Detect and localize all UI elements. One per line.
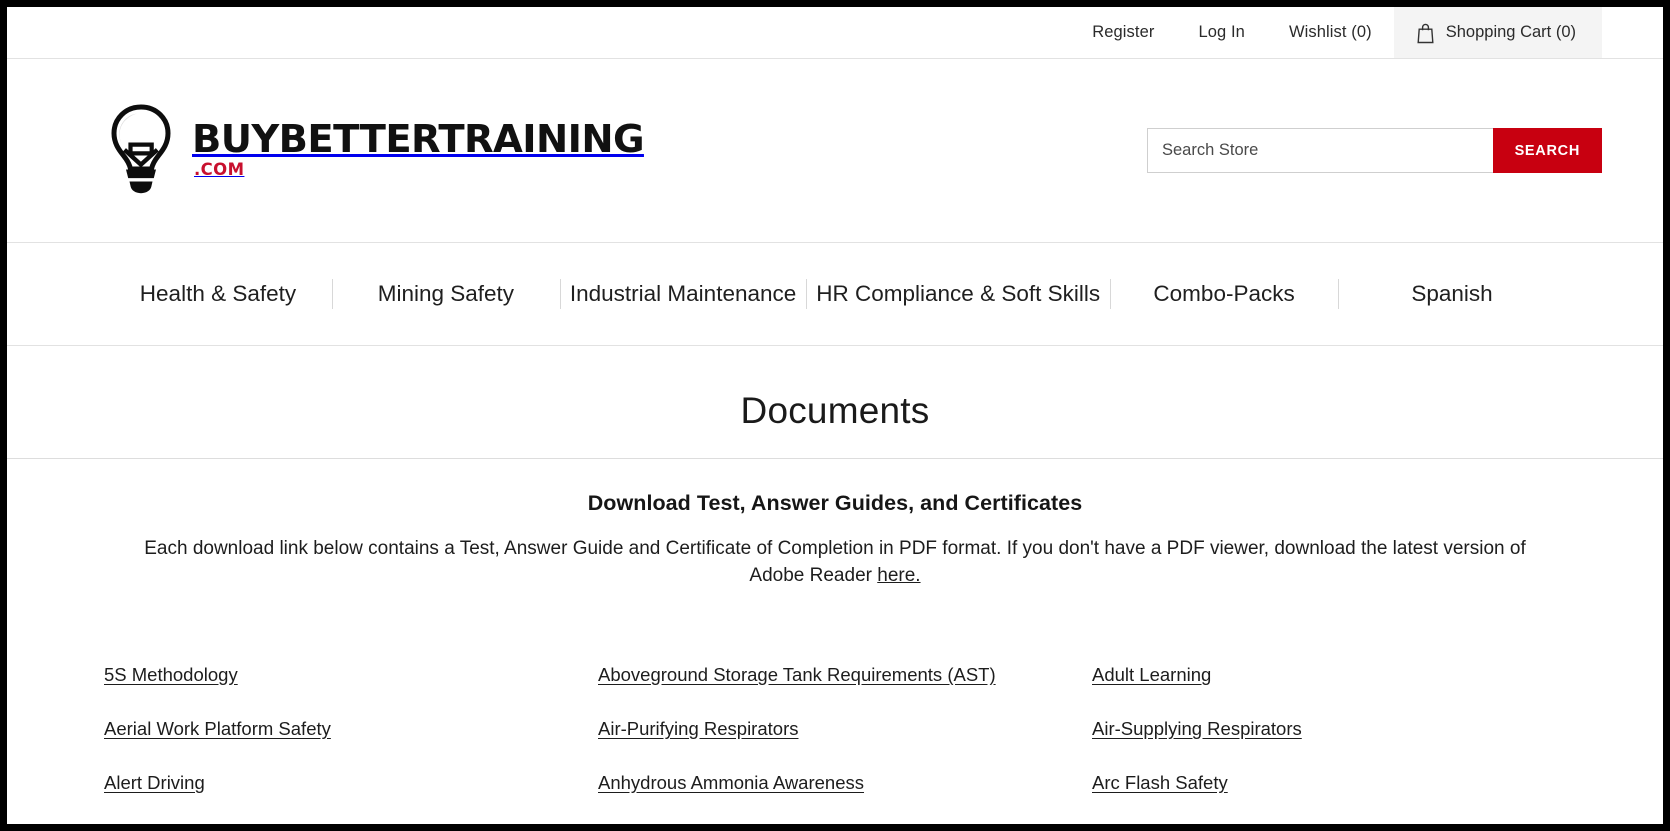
page-title: Documents [740, 390, 930, 431]
document-link[interactable]: Air-Purifying Respirators [598, 717, 798, 742]
nav-link-mining-safety[interactable]: Mining Safety [368, 275, 524, 313]
shopping-cart-button[interactable]: Shopping Cart (0) [1393, 7, 1602, 58]
wordmark-sub: .COM [194, 160, 245, 179]
register-link[interactable]: Register [1070, 7, 1176, 58]
login-link[interactable]: Log In [1176, 7, 1266, 58]
document-link[interactable]: Arc Flash Safety [1092, 771, 1228, 796]
nav-link-hr-compliance[interactable]: HR Compliance & Soft Skills [806, 275, 1110, 313]
brand-row: BUYBETTERTRAINING .COM SEARCH [7, 59, 1663, 243]
wordmark: BUYBETTERTRAINING .COM [192, 116, 645, 181]
document-link[interactable]: Air-Supplying Respirators [1092, 717, 1302, 742]
nav-list: Health & Safety Mining Safety Industrial… [104, 275, 1566, 313]
wishlist-link[interactable]: Wishlist (0) [1267, 7, 1394, 58]
intro-text: Each download link below contains a Test… [140, 535, 1530, 590]
intro-section: Download Test, Answer Guides, and Certif… [7, 459, 1663, 590]
shopping-bag-icon [1416, 22, 1435, 44]
document-link[interactable]: 5S Methodology [104, 663, 238, 688]
intro-heading: Download Test, Answer Guides, and Certif… [587, 491, 1083, 515]
wordmark-main: BUYBETTERTRAINING [192, 116, 645, 162]
adobe-reader-link[interactable]: here. [877, 565, 920, 586]
nav-item-health-safety[interactable]: Health & Safety [104, 275, 332, 313]
page-root: Register Log In Wishlist (0) Shopping Ca… [7, 7, 1663, 824]
main-navigation: Health & Safety Mining Safety Industrial… [7, 243, 1663, 346]
shopping-cart-label: Shopping Cart (0) [1445, 23, 1576, 41]
search-block: SEARCH [1147, 128, 1602, 173]
intro-text-before: Each download link below contains a Test… [144, 538, 1526, 587]
nav-item-hr-compliance[interactable]: HR Compliance & Soft Skills [806, 275, 1110, 313]
search-input[interactable] [1147, 128, 1493, 173]
document-link[interactable]: Adult Learning [1092, 663, 1211, 688]
document-links-grid: 5S Methodology Aboveground Storage Tank … [7, 663, 1663, 796]
nav-link-spanish[interactable]: Spanish [1401, 275, 1502, 313]
lightbulb-icon [104, 103, 178, 199]
document-link[interactable]: Aboveground Storage Tank Requirements (A… [598, 663, 996, 688]
nav-item-mining-safety[interactable]: Mining Safety [332, 275, 560, 313]
site-logo[interactable]: BUYBETTERTRAINING .COM [104, 103, 645, 199]
document-link[interactable]: Alert Driving [104, 771, 205, 796]
nav-link-industrial-maintenance[interactable]: Industrial Maintenance [560, 275, 806, 313]
nav-item-industrial-maintenance[interactable]: Industrial Maintenance [560, 275, 806, 313]
document-link[interactable]: Anhydrous Ammonia Awareness [598, 771, 864, 796]
page-title-section: Documents [7, 346, 1663, 459]
nav-item-combo-packs[interactable]: Combo-Packs [1110, 275, 1338, 313]
document-link[interactable]: Aerial Work Platform Safety [104, 717, 331, 742]
search-button[interactable]: SEARCH [1492, 128, 1602, 173]
nav-item-spanish[interactable]: Spanish [1338, 275, 1566, 313]
nav-link-health-safety[interactable]: Health & Safety [130, 275, 306, 313]
utility-bar: Register Log In Wishlist (0) Shopping Ca… [7, 7, 1663, 59]
nav-link-combo-packs[interactable]: Combo-Packs [1143, 275, 1304, 313]
